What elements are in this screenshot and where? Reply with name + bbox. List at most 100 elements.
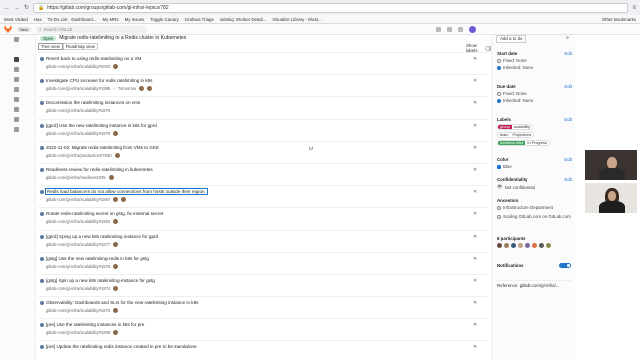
item-title[interactable]: Investigate CPU increase for redis ratel… [46, 78, 152, 83]
merge-requests-icon[interactable] [447, 26, 452, 32]
assignee-avatar [113, 241, 119, 247]
item-title[interactable]: Readiness review for redis-ratelimiting … [46, 167, 153, 172]
epic-icon [497, 205, 501, 210]
item-title[interactable]: [gprd] Sping up a new k8s ratelimiting i… [46, 234, 158, 239]
list-item[interactable]: [gprd] Sping up a new k8s ratelimiting i… [38, 229, 488, 252]
list-item[interactable]: Readiness review for redis-ratelimiting … [38, 162, 488, 185]
close-icon[interactable]: ✕ [473, 234, 477, 240]
radio-fixed[interactable] [497, 58, 501, 63]
bookmark-item[interactable]: My MRs [102, 17, 118, 22]
back-icon[interactable]: ← [4, 5, 10, 11]
avatar[interactable] [469, 25, 476, 33]
deploy-icon[interactable] [14, 97, 19, 102]
close-icon[interactable]: ✕ [473, 56, 477, 62]
group-avatar-icon[interactable] [14, 37, 19, 42]
merge-requests-nav-icon[interactable] [14, 77, 19, 82]
list-item[interactable]: Rotate redis-ratelimiting secret on gstg… [38, 207, 488, 229]
list-item[interactable]: Redis load balancers do not allow connec… [38, 185, 488, 207]
list-item[interactable]: Investigate CPU increase for redis ratel… [38, 74, 488, 96]
close-icon[interactable]: ✕ [473, 167, 477, 173]
item-ref: gitlab-com/gl-infra/scalability#1909 [46, 330, 119, 336]
notifications-toggle[interactable] [559, 263, 571, 268]
bookmark-item[interactable]: sidekiq: Worker Detail... [220, 17, 266, 22]
tab-roadmap-view[interactable]: Roadmap view [62, 43, 98, 50]
reload-icon[interactable]: ↻ [24, 4, 29, 11]
gitlab-logo-icon[interactable] [4, 25, 12, 33]
edit-color[interactable]: Edit [564, 157, 572, 162]
epics-icon[interactable] [14, 57, 19, 62]
close-icon[interactable]: ✕ [473, 344, 477, 350]
item-title[interactable]: Revert back to using redis-ratelimiting … [46, 56, 141, 61]
close-icon[interactable]: ✕ [473, 300, 477, 306]
view-tabs: Tree view Roadmap view [38, 43, 98, 50]
close-icon[interactable]: ✕ [473, 123, 477, 129]
reference-text: Reference: gitlab-com/gl-infra/... [497, 283, 560, 288]
list-item[interactable]: [pre] Update the ratelimiting redis inst… [38, 340, 488, 360]
list-item[interactable]: [gstg] Spin up a new k8s ratelimiting-in… [38, 273, 488, 296]
bookmark-item[interactable]: To-Do List · Dashboard... [48, 17, 97, 22]
epic-icon [40, 190, 44, 195]
list-item[interactable]: Revert back to using redis-ratelimiting … [38, 52, 488, 74]
wiki-icon[interactable] [14, 117, 19, 122]
bookmark-item[interactable]: My Issues [125, 17, 145, 22]
url-bar[interactable]: 🔒 https://gitlab.com/groups/gitlab-com/g… [33, 2, 629, 13]
radio-fixed[interactable] [497, 91, 501, 96]
close-icon[interactable]: ✕ [473, 100, 477, 106]
bookmark-item[interactable]: Visualize Library - Elast... [272, 17, 321, 22]
close-icon[interactable]: ✕ [473, 322, 477, 328]
item-title[interactable]: [gstg] Spin up a new k8s ratelimiting-in… [46, 278, 155, 283]
add-todo-button[interactable]: Add a to do [496, 35, 527, 43]
item-title[interactable]: [pre] Update the ratelimiting redis inst… [46, 344, 197, 349]
epic-icon [40, 234, 44, 239]
url-text: https://gitlab.com/groups/gitlab-com/gl-… [47, 4, 169, 11]
todo-icon[interactable] [458, 26, 463, 32]
item-title[interactable]: Observability: Dashboards and SLIs for t… [46, 300, 198, 305]
label-chip[interactable]: workflow-infra In Progress [497, 140, 550, 146]
list-item[interactable]: [pre] Use the ratelimiting instances in … [38, 318, 488, 340]
item-title[interactable]: 2022-11-02: Migrate redis-ratelimiting f… [46, 145, 159, 150]
forward-icon[interactable]: → [14, 5, 20, 11]
list-item[interactable]: [gstg] Use the new ratelimiting-redis in… [38, 251, 488, 274]
bookmark-item[interactable]: Hax [34, 17, 42, 22]
edit-confidentiality[interactable]: Edit [564, 177, 572, 182]
bookmark-item[interactable]: Grafana Triage [185, 17, 214, 22]
bookmark-item[interactable]: Toggle Canary [150, 17, 178, 22]
close-icon[interactable]: ✕ [473, 256, 477, 262]
settings-icon[interactable] [14, 127, 19, 132]
search-input[interactable]: ⌕ Search GitLab [36, 25, 147, 33]
security-icon[interactable] [14, 87, 19, 92]
collapse-sidebar-icon[interactable]: » [566, 35, 569, 41]
close-icon[interactable]: ✕ [473, 145, 477, 151]
close-icon[interactable]: ✕ [473, 189, 477, 195]
ancestor-link[interactable]: Infrastructure Department [503, 205, 553, 210]
edit-start-date[interactable]: Edit [564, 51, 572, 56]
close-icon[interactable]: ✕ [473, 211, 477, 217]
edit-labels[interactable]: Edit [564, 117, 572, 122]
edit-due-date[interactable]: Edit [564, 84, 572, 89]
list-item[interactable]: 2022-11-02: Migrate redis-ratelimiting f… [38, 140, 488, 163]
item-title[interactable]: [pre] Use the ratelimiting instances in … [46, 322, 144, 327]
radio-inherited[interactable] [497, 98, 501, 103]
item-title[interactable]: [gstg] Use the new ratelimiting-redis in… [46, 256, 149, 261]
issues-icon[interactable] [436, 26, 441, 32]
list-item[interactable]: Decomission the ratelimiting instances o… [38, 96, 488, 118]
close-icon[interactable]: ✕ [473, 278, 477, 284]
item-title[interactable]: Decomission the ratelimiting instances o… [46, 100, 140, 105]
menu-icon[interactable]: ≡ [632, 5, 636, 11]
list-item[interactable]: [gprd] Use the new ratelimiting instance… [38, 118, 488, 141]
analytics-icon[interactable] [14, 107, 19, 112]
participant-video [585, 150, 637, 180]
issues-nav-icon[interactable] [14, 67, 19, 72]
item-title[interactable]: Rotate redis-ratelimiting secret on gstg… [46, 211, 163, 216]
tab-tree-view[interactable]: Tree view [38, 43, 63, 50]
item-ref: gitlab-com/gl-infra/scalability#1867 [46, 197, 127, 203]
avatar [525, 243, 530, 248]
list-item[interactable]: Observability: Dashboards and SLIs for t… [38, 296, 488, 318]
ancestor-link[interactable]: Scaling GitLab.com on GitLab.com [503, 214, 571, 219]
close-icon[interactable]: ✕ [473, 78, 477, 84]
bookmark-item[interactable]: Most Visited [4, 17, 28, 22]
item-title[interactable]: Redis load balancers do not allow connec… [45, 188, 208, 196]
item-title[interactable]: [gprd] Use the new ratelimiting instance… [46, 123, 157, 128]
other-bookmarks[interactable]: Other Bookmarks [602, 17, 636, 22]
radio-inherited[interactable] [497, 65, 501, 70]
